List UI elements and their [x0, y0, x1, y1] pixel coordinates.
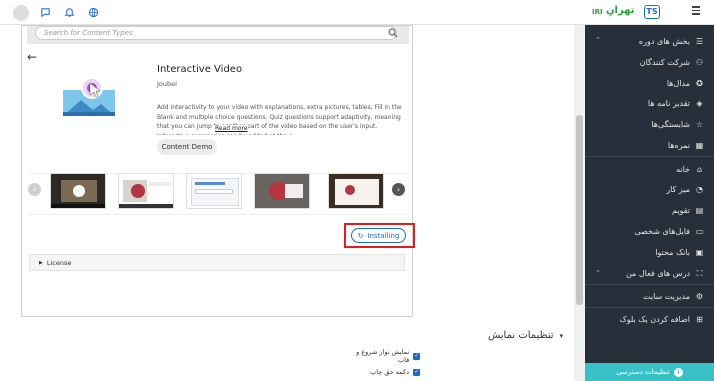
read-more-link[interactable]: Read more [213, 125, 248, 132]
scrollbar[interactable] [574, 25, 585, 381]
sidebar-item-calendar[interactable]: ▤ تقویم [672, 206, 704, 215]
top-navbar: IRI تهرانِ TS [0, 0, 714, 25]
screenshot-thumbnail[interactable] [118, 173, 174, 209]
sidebar-item-add-block[interactable]: ⊞ اضافه کردن یک بلوک [620, 315, 704, 324]
search-input[interactable]: Search for Content Types [35, 26, 397, 40]
sidebar-item-participants[interactable]: ⚇ شرکت کنندگان [640, 58, 704, 67]
accessibility-settings-button[interactable]: i تنظیمات دسترسی [585, 363, 714, 381]
courses-icon: ⛶ [696, 269, 703, 278]
bell-icon[interactable] [64, 7, 75, 18]
avatar[interactable] [13, 5, 29, 21]
grades-icon: ▦ [695, 141, 704, 150]
screenshot-thumbnail[interactable] [50, 173, 106, 209]
display-option-row[interactable]: ✓ نمایش نوار شروع و قاب [345, 348, 420, 364]
certificate-icon: ◈ [696, 99, 703, 108]
scrollbar-thumb[interactable] [576, 115, 583, 305]
sidebar-item-my-courses[interactable]: ⛶ درس های فعال من [626, 269, 704, 278]
screenshot-thumbnail[interactable] [328, 173, 384, 209]
content-type-description: Add interactivity to your video with exp… [157, 104, 402, 135]
display-settings-heading[interactable]: ▾ تنظیمات نمایش [488, 330, 563, 341]
chat-icon[interactable] [40, 7, 51, 18]
content-demo-button[interactable]: Content Demo [157, 139, 217, 155]
sidebar-item-sections[interactable]: ☰ بخش های دوره [639, 37, 704, 46]
sidebar-item-site-admin[interactable]: ⚙ مدیریت سایت [643, 292, 704, 301]
screenshot-thumbnail[interactable] [186, 173, 242, 209]
content-type-title: Interactive Video [157, 64, 243, 75]
content-type-author: Joubel [157, 80, 177, 88]
sidebar-divider [585, 307, 714, 308]
search-icon[interactable] [388, 28, 398, 38]
medal-icon: ✪ [696, 79, 703, 88]
globe-icon[interactable] [88, 7, 99, 18]
back-arrow-icon[interactable]: ← [27, 50, 37, 64]
sidebar-item-competencies[interactable]: ☆ شایستگی‌ها [651, 120, 704, 129]
checkbox-checked-icon[interactable]: ✓ [413, 368, 420, 376]
dashboard-icon: ◔ [696, 185, 703, 194]
license-accordion[interactable]: ▶ License [29, 254, 405, 271]
menu-toggle-icon[interactable] [692, 6, 700, 15]
chevron-down-icon: ▾ [559, 331, 564, 340]
sidebar-item-private-files[interactable]: ▭ فایل‌های شخصی [635, 227, 704, 236]
sidebar-item-badges[interactable]: ✪ مدال‌ها [667, 79, 704, 88]
users-icon: ⚇ [695, 58, 704, 67]
gear-icon: ⚙ [695, 292, 704, 301]
h5p-hub-panel: Search for Content Types ← Interactive V… [21, 25, 413, 317]
info-icon: i [673, 367, 683, 377]
screenshot-thumbnail[interactable] [254, 173, 310, 209]
spinner-icon: ↻ [357, 231, 364, 240]
chevron-up-icon[interactable]: ⌃ [595, 269, 601, 277]
file-icon: ▭ [695, 227, 704, 236]
content-bank-icon: ▣ [695, 248, 704, 257]
carousel-next-icon[interactable]: › [392, 183, 405, 196]
content-type-icon [61, 74, 117, 118]
sidebar-item-dashboard[interactable]: ◔ میز کار [666, 185, 704, 194]
sidebar-divider [585, 156, 714, 157]
chevron-up-icon[interactable]: ⌃ [595, 36, 601, 44]
installing-button[interactable]: ↻ Installing [351, 228, 406, 243]
sidebar-item-content-bank[interactable]: ▣ بانک محتوا [655, 248, 704, 257]
sidebar-item-grades[interactable]: ▦ نمره‌ها [668, 141, 704, 150]
caret-right-icon: ▶ [39, 259, 43, 266]
calendar-icon: ▤ [695, 206, 704, 215]
search-area: Search for Content Types [27, 26, 409, 44]
checkbox-checked-icon[interactable]: ✓ [413, 352, 420, 360]
sidebar-divider [585, 284, 714, 285]
star-icon: ☆ [695, 120, 704, 129]
display-option-row[interactable]: ✓ دکمه حق چاپ [345, 368, 420, 376]
home-icon: ⌂ [696, 165, 703, 174]
list-icon: ☰ [695, 37, 704, 46]
site-logo[interactable]: IRI تهرانِ TS [592, 4, 660, 20]
sidebar-item-home[interactable]: ⌂ خانه [676, 165, 704, 174]
plus-icon: ⊞ [696, 315, 703, 324]
carousel-prev-icon[interactable]: ‹ [28, 183, 41, 196]
sidebar-item-certificates[interactable]: ◈ تقدیر نامه ها [648, 99, 704, 108]
